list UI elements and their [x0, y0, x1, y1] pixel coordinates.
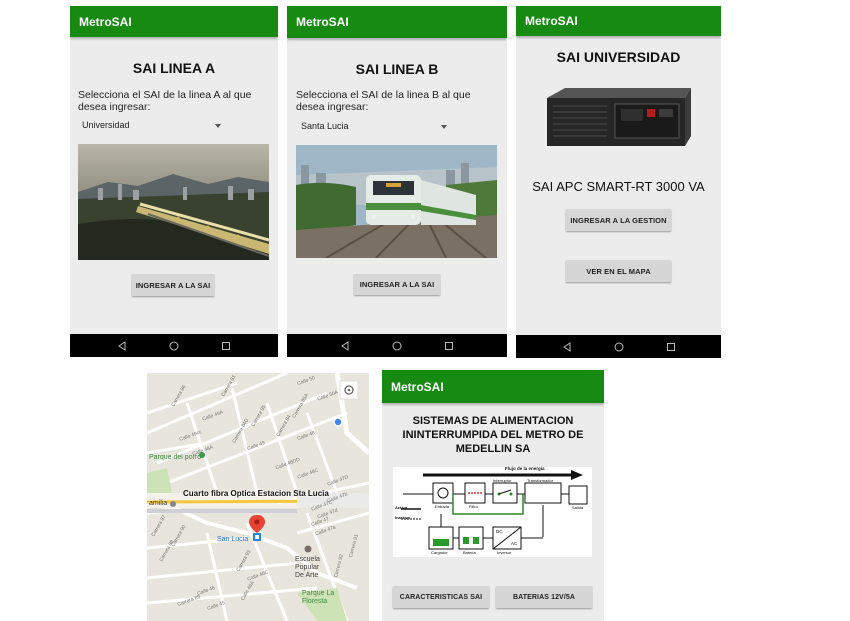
back-icon[interactable] — [340, 340, 350, 351]
flow-label: Flujo de la energía — [505, 466, 545, 471]
cargador-label: Cargador — [431, 550, 448, 555]
manage-button[interactable]: INGRESAR A LA GESTION — [566, 209, 671, 231]
street-label: Calle 48A — [191, 444, 215, 458]
entrada-label: Entrada — [435, 504, 450, 509]
interruptor-label: Interruptor — [493, 478, 512, 483]
street-label: Calle 49A — [201, 409, 225, 423]
page-title: SAI LINEA A — [132, 60, 216, 76]
chevron-down-icon — [441, 125, 447, 129]
street-label: Calle 50A — [316, 389, 340, 403]
screen-sai-universidad: MetroSAI SAI UNIVERSIDAD SAI APC SMART-R… — [516, 6, 721, 358]
street-label: Carrera 81 — [220, 374, 238, 398]
back-icon[interactable] — [117, 340, 127, 351]
spinner-value: Universidad — [82, 120, 130, 130]
android-nav-bar — [287, 334, 507, 357]
street-label: Calle 47D — [326, 474, 350, 488]
city-train-photo — [78, 144, 269, 260]
android-nav-bar — [516, 335, 721, 358]
salida-label: Salida — [572, 505, 584, 510]
inversor-label: Inversor — [497, 550, 512, 555]
page-title: SISTEMAS DE ALIMENTACION ININTERRUMPIDA … — [402, 415, 584, 455]
street-label: Carrera 87 — [150, 514, 168, 538]
street-label: Calle 47b — [326, 491, 349, 505]
street-label: Carrera 91 — [347, 533, 360, 559]
street-label: Calle 48C — [296, 467, 320, 481]
select-prompt: Selecciona el SAI de la linea A al que d… — [78, 89, 252, 113]
app-title: MetroSAI — [79, 14, 132, 29]
inactivo-label: Inactivo — [395, 515, 411, 520]
street-label: Calle 48 — [296, 430, 316, 442]
app-title: MetroSAI — [296, 15, 349, 29]
screen-sistemas: MetroSAI SISTEMAS DE ALIMENTACION ININTE… — [382, 370, 604, 621]
android-nav-bar — [70, 334, 278, 357]
home-icon[interactable] — [614, 342, 624, 352]
activo-label: Activo — [395, 505, 408, 510]
street-label: Carrera 85 — [250, 404, 268, 428]
filtro-label: Filtro — [469, 504, 478, 509]
street-label: Carrera 92 — [332, 553, 345, 579]
street-label: Carrera 89 — [176, 594, 202, 608]
ac-label: AC — [511, 541, 518, 546]
home-icon[interactable] — [169, 341, 179, 351]
line-b-spinner[interactable]: Santa Lucia — [296, 119, 451, 133]
home-icon[interactable] — [392, 341, 402, 351]
street-label: Carrera 90 — [170, 524, 188, 548]
bateria-label: Bateria — [463, 550, 476, 555]
recents-icon[interactable] — [221, 341, 231, 351]
street-label: Calle 46A — [239, 580, 256, 602]
street-label: Calle 47a — [314, 524, 337, 538]
street-label: Calle 48DD — [274, 456, 301, 472]
recents-icon[interactable] — [444, 341, 454, 351]
page-title: SAI LINEA B — [355, 61, 439, 77]
screen-linea-b: MetroSAI SAI LINEA B Selecciona el SAI d… — [287, 6, 507, 357]
app-bar: MetroSAI — [382, 370, 604, 403]
enter-sai-button[interactable]: INGRESAR A LA SAI — [354, 274, 440, 295]
transformador-label: Transformador — [527, 478, 554, 483]
street-label: Carrera 84 — [275, 414, 293, 438]
street-label: Carrera 85A — [291, 392, 311, 420]
street-label: Calle 46C — [246, 569, 270, 583]
app-bar: MetroSAI — [516, 6, 721, 36]
street-label: Calle 49cc — [178, 429, 203, 443]
metro-train-photo — [296, 145, 497, 258]
street-label: Calle 45 — [206, 600, 226, 612]
baterias-button[interactable]: BATERIAS 12V/5A — [496, 586, 592, 608]
app-title: MetroSAI — [391, 379, 444, 394]
map-view[interactable]: Cuarto fibra Optica Estacion Sta Lucia S… — [147, 373, 369, 621]
street-label: Carrera 84D — [231, 417, 251, 445]
caracteristicas-button[interactable]: CARACTERISTICAS SAI — [393, 586, 489, 608]
device-model: SAI APC SMART-RT 3000 VA — [532, 179, 705, 194]
screen-linea-a: MetroSAI SAI LINEA A Selecciona el SAI d… — [70, 6, 278, 357]
spinner-value: Santa Lucia — [301, 121, 349, 131]
app-bar: MetroSAI — [287, 6, 507, 38]
ups-block-diagram: Flujo de la energía Entrada Filtro Inter… — [393, 466, 592, 557]
select-prompt: Selecciona el SAI de la linea B al que d… — [296, 89, 471, 113]
dc-label: DC — [496, 529, 503, 534]
app-bar: MetroSAI — [70, 6, 278, 37]
line-a-spinner[interactable]: Universidad — [78, 118, 228, 132]
chevron-down-icon — [215, 124, 221, 128]
enter-sai-button[interactable]: INGRESAR A LA SAI — [132, 274, 214, 296]
app-title: MetroSAI — [525, 14, 578, 28]
street-label: Carrera 86 — [170, 384, 188, 408]
street-label: Calle 50 — [296, 375, 316, 387]
map-button[interactable]: VER EN EL MAPA — [566, 260, 671, 282]
page-title: SAI UNIVERSIDAD — [556, 49, 681, 65]
back-icon[interactable] — [562, 341, 572, 352]
ups-device-image — [547, 86, 691, 148]
recents-icon[interactable] — [666, 342, 676, 352]
street-label: Calle 49 — [246, 440, 266, 452]
street-label: Carrera 93 — [235, 549, 253, 573]
street-labels: Calle 49cc Calle 49 Calle 48DD Calle 48 … — [147, 373, 369, 621]
